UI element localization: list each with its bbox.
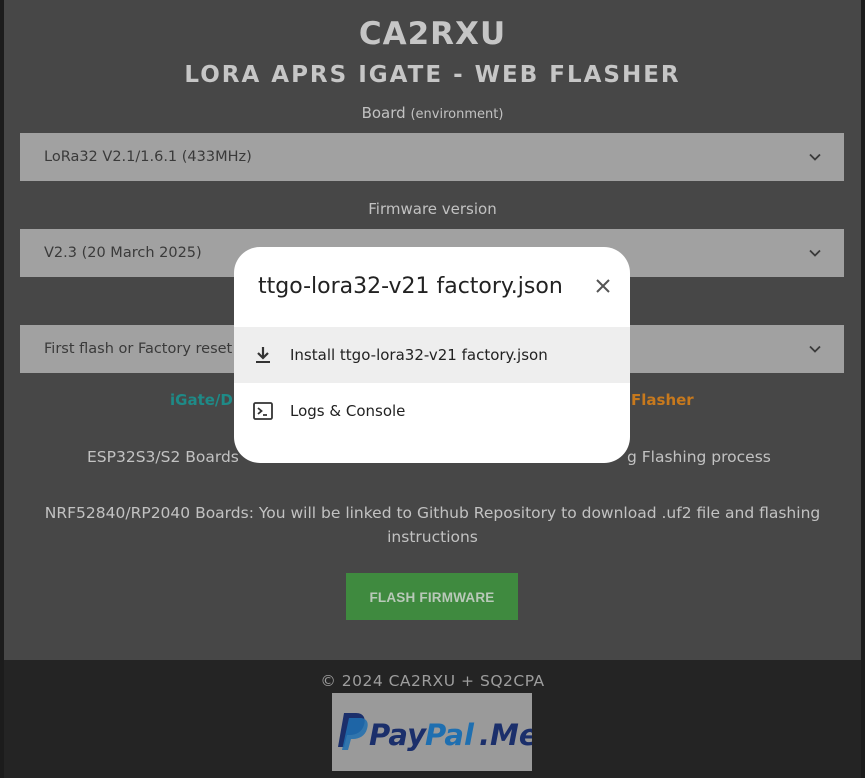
logs-console-menu-item[interactable]: Logs & Console <box>234 383 630 439</box>
firmware-label: Firmware version <box>368 200 497 218</box>
chevron-down-icon <box>809 249 821 257</box>
dialog-title: ttgo-lora32-v21 factory.json <box>258 274 563 299</box>
chevron-down-icon <box>809 345 821 353</box>
page: CA2RXU LORA APRS IGATE - WEB FLASHER Boa… <box>0 0 865 778</box>
console-icon <box>253 402 273 420</box>
svg-text:Pal: Pal <box>425 718 475 752</box>
paypal-me-button[interactable]: Pay Pal .Me <box>332 693 539 771</box>
flash-mode-select-value: First flash or Factory reset ( <box>44 341 243 357</box>
install-menu-label: Install ttgo-lora32-v21 factory.json <box>290 346 548 364</box>
page-subtitle: LORA APRS IGATE - WEB FLASHER <box>184 62 681 88</box>
footer: © 2024 CA2RXU + SQ2CPA Pay Pal .Me <box>4 660 861 778</box>
svg-text:Pay: Pay <box>369 718 427 752</box>
page-title: CA2RXU <box>358 16 507 52</box>
nrf-info-line2: instructions <box>387 528 478 546</box>
install-dialog: ttgo-lora32-v21 factory.json Install ttg… <box>234 247 630 463</box>
chevron-down-icon <box>809 153 821 161</box>
flasher-link[interactable]: Flasher <box>631 391 694 409</box>
esp32-info-right: g Flashing process <box>627 448 771 466</box>
firmware-select-value: V2.3 (20 March 2025) <box>44 245 202 261</box>
board-select[interactable]: LoRa32 V2.1/1.6.1 (433MHz) <box>20 133 844 181</box>
igate-link[interactable]: iGate/D <box>170 391 233 409</box>
esp32-info-left: ESP32S3/S2 Boards <box>87 448 239 466</box>
logs-console-label: Logs & Console <box>290 402 406 420</box>
close-icon[interactable] <box>594 277 612 295</box>
flash-firmware-button[interactable]: FLASH FIRMWARE <box>346 573 518 620</box>
download-icon <box>256 347 270 363</box>
board-label-text: Board <box>361 104 406 122</box>
paypal-logo-icon: Pay Pal .Me <box>338 713 539 752</box>
svg-text:.Me: .Me <box>479 718 532 752</box>
copyright-text: © 2024 CA2RXU + SQ2CPA <box>320 672 545 690</box>
nrf-info: NRF52840/RP2040 Boards: You will be link… <box>44 504 821 522</box>
board-label: Board (environment) <box>4 104 861 122</box>
install-menu-item[interactable]: Install ttgo-lora32-v21 factory.json <box>234 327 630 383</box>
board-select-value: LoRa32 V2.1/1.6.1 (433MHz) <box>44 149 252 165</box>
board-label-suffix: (environment) <box>410 107 504 122</box>
